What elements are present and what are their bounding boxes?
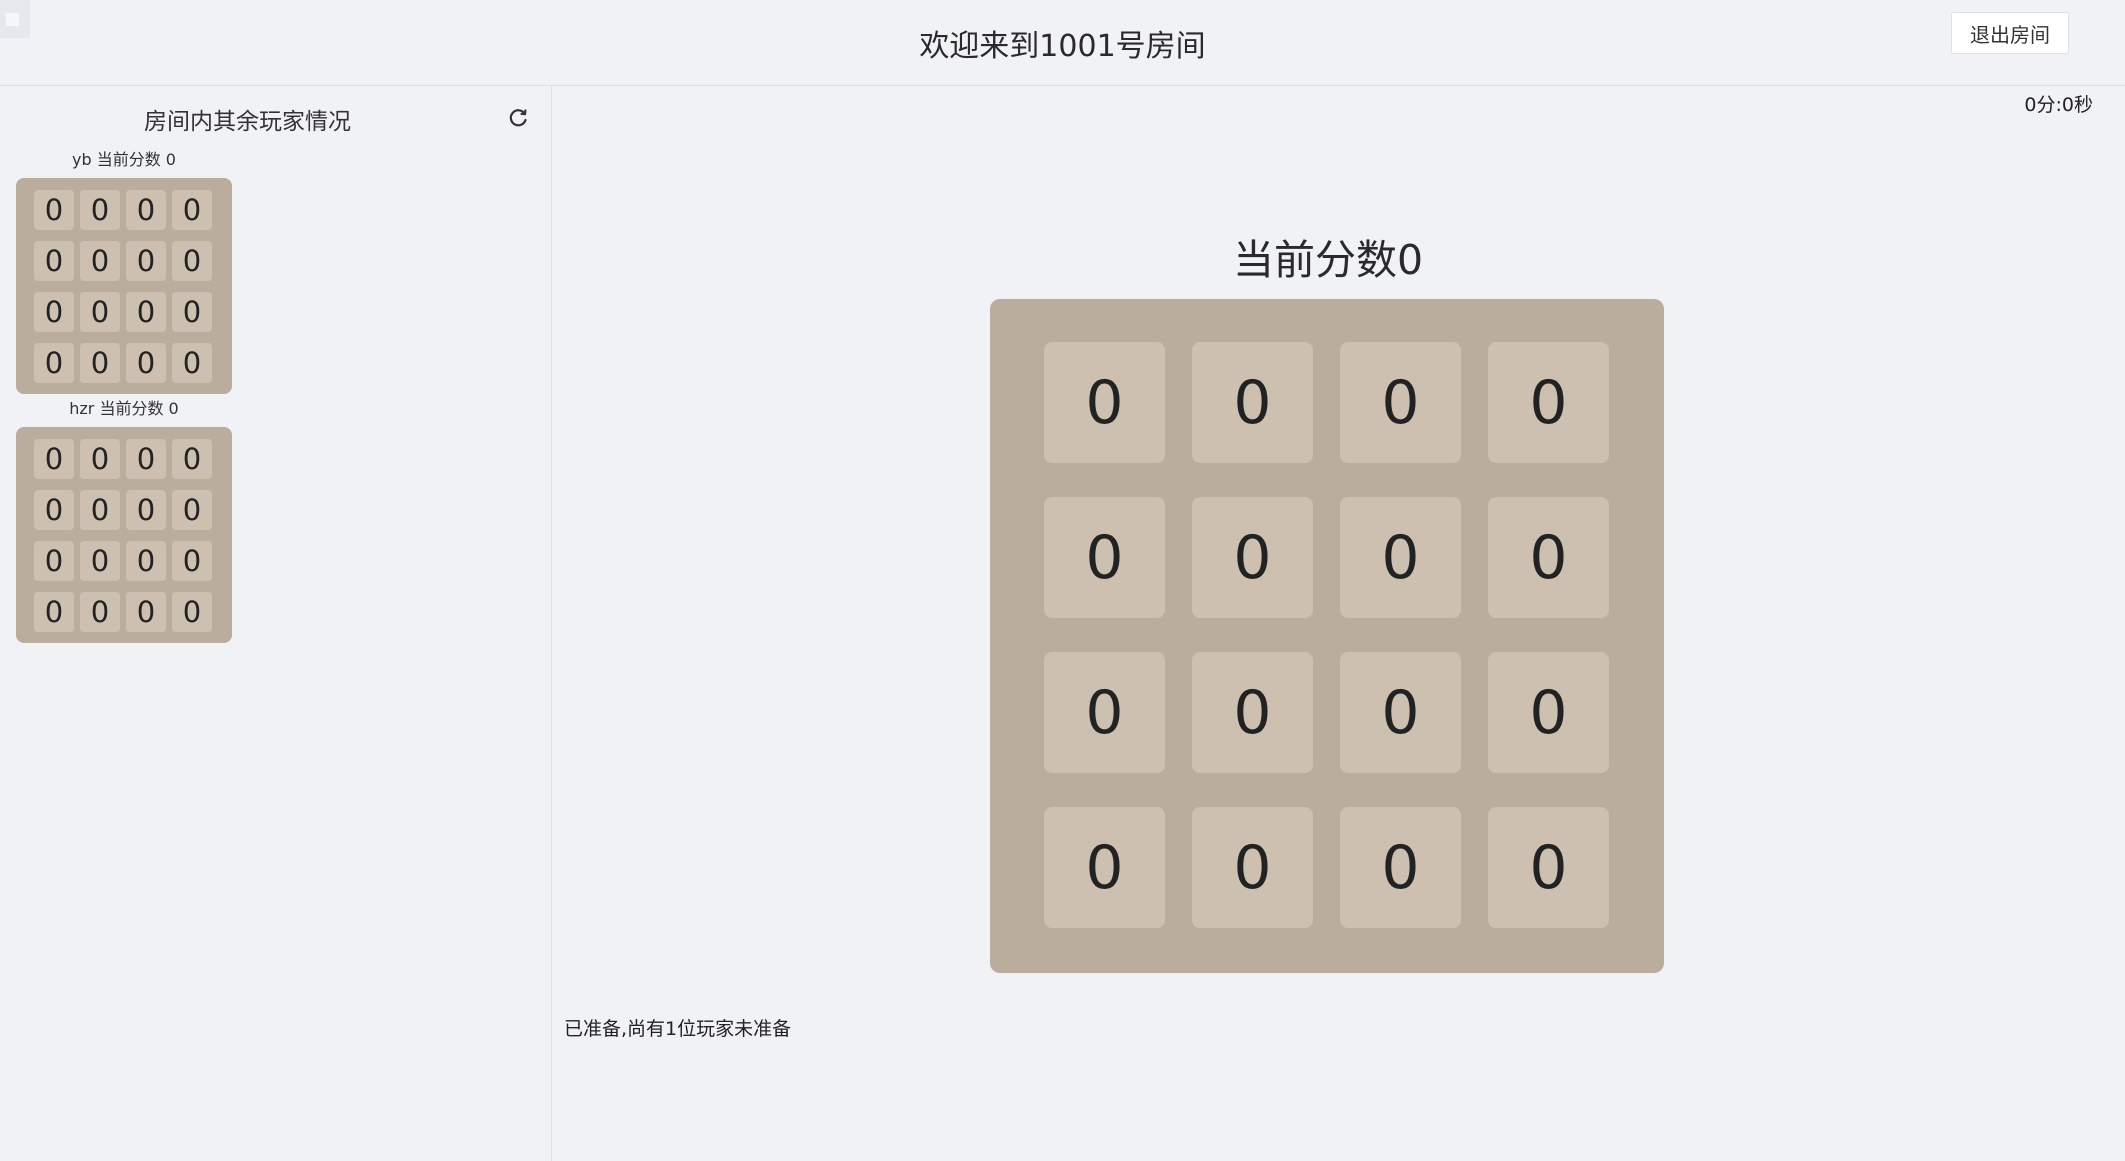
mini-tile: 0 — [126, 592, 166, 632]
game-tile: 0 — [1192, 342, 1313, 463]
refresh-icon[interactable] — [505, 104, 531, 130]
game-tile: 0 — [1340, 652, 1461, 773]
game-room-page: 欢迎来到1001号房间 退出房间 房间内其余玩家情况 yb 当前分数 0 000… — [0, 0, 2125, 1161]
mini-tile: 0 — [172, 241, 212, 281]
mini-tile: 0 — [34, 592, 74, 632]
mini-tile: 0 — [172, 541, 212, 581]
mini-tile: 0 — [80, 343, 120, 383]
mini-tile: 0 — [80, 541, 120, 581]
room-title: 欢迎来到1001号房间 — [919, 28, 1206, 64]
mini-tile: 0 — [172, 190, 212, 230]
other-players-panel: 房间内其余玩家情况 yb 当前分数 0 0000000000000000 hzr… — [0, 86, 552, 1161]
game-tile: 0 — [1192, 652, 1313, 773]
mini-tile: 0 — [172, 343, 212, 383]
game-tile: 0 — [1488, 652, 1609, 773]
game-tile: 0 — [1340, 807, 1461, 928]
main-game-area: 0分:0秒 当前分数0 0000000000000000 已准备,尚有1位玩家未… — [552, 86, 2125, 1161]
game-tile: 0 — [1044, 652, 1165, 773]
mini-grid: 0000000000000000 — [34, 439, 212, 632]
mini-tile: 0 — [126, 439, 166, 479]
game-tile: 0 — [1192, 807, 1313, 928]
mini-tile: 0 — [34, 241, 74, 281]
game-tile: 0 — [1488, 342, 1609, 463]
mini-tile: 0 — [126, 292, 166, 332]
mini-tile: 0 — [80, 190, 120, 230]
game-tile: 0 — [1488, 497, 1609, 618]
player-label-yb: yb 当前分数 0 — [72, 150, 176, 169]
mini-tile: 0 — [126, 343, 166, 383]
game-tile: 0 — [1044, 807, 1165, 928]
mini-tile: 0 — [34, 439, 74, 479]
game-tile: 0 — [1488, 807, 1609, 928]
mini-tile: 0 — [126, 190, 166, 230]
mini-tile: 0 — [34, 343, 74, 383]
mini-tile: 0 — [80, 592, 120, 632]
mini-tile: 0 — [172, 292, 212, 332]
player-board-hzr: 0000000000000000 — [16, 427, 232, 643]
game-board[interactable]: 0000000000000000 — [990, 299, 1664, 973]
mini-tile: 0 — [34, 541, 74, 581]
mini-tile: 0 — [126, 541, 166, 581]
mini-tile: 0 — [80, 490, 120, 530]
current-score: 当前分数0 — [1232, 236, 1424, 284]
mini-grid: 0000000000000000 — [34, 190, 212, 383]
mini-tile: 0 — [80, 439, 120, 479]
mini-tile: 0 — [172, 592, 212, 632]
game-tile: 0 — [1340, 497, 1461, 618]
game-tile: 0 — [1340, 342, 1461, 463]
mini-tile: 0 — [126, 490, 166, 530]
header: 欢迎来到1001号房间 退出房间 — [0, 0, 2125, 86]
ready-status: 已准备,尚有1位玩家未准备 — [564, 1018, 792, 1040]
game-tile: 0 — [1044, 497, 1165, 618]
game-tile: 0 — [1044, 342, 1165, 463]
mini-tile: 0 — [172, 439, 212, 479]
mini-tile: 0 — [126, 241, 166, 281]
game-tile: 0 — [1192, 497, 1313, 618]
other-players-title: 房间内其余玩家情况 — [144, 109, 351, 135]
mini-tile: 0 — [80, 241, 120, 281]
mini-tile: 0 — [34, 292, 74, 332]
game-timer: 0分:0秒 — [2024, 94, 2093, 116]
exit-room-button[interactable]: 退出房间 — [1951, 12, 2069, 54]
mini-tile: 0 — [34, 190, 74, 230]
mini-tile: 0 — [34, 490, 74, 530]
player-board-yb: 0000000000000000 — [16, 178, 232, 394]
player-label-hzr: hzr 当前分数 0 — [69, 399, 179, 418]
game-grid: 0000000000000000 — [1044, 342, 1609, 928]
mini-tile: 0 — [172, 490, 212, 530]
mini-tile: 0 — [80, 292, 120, 332]
